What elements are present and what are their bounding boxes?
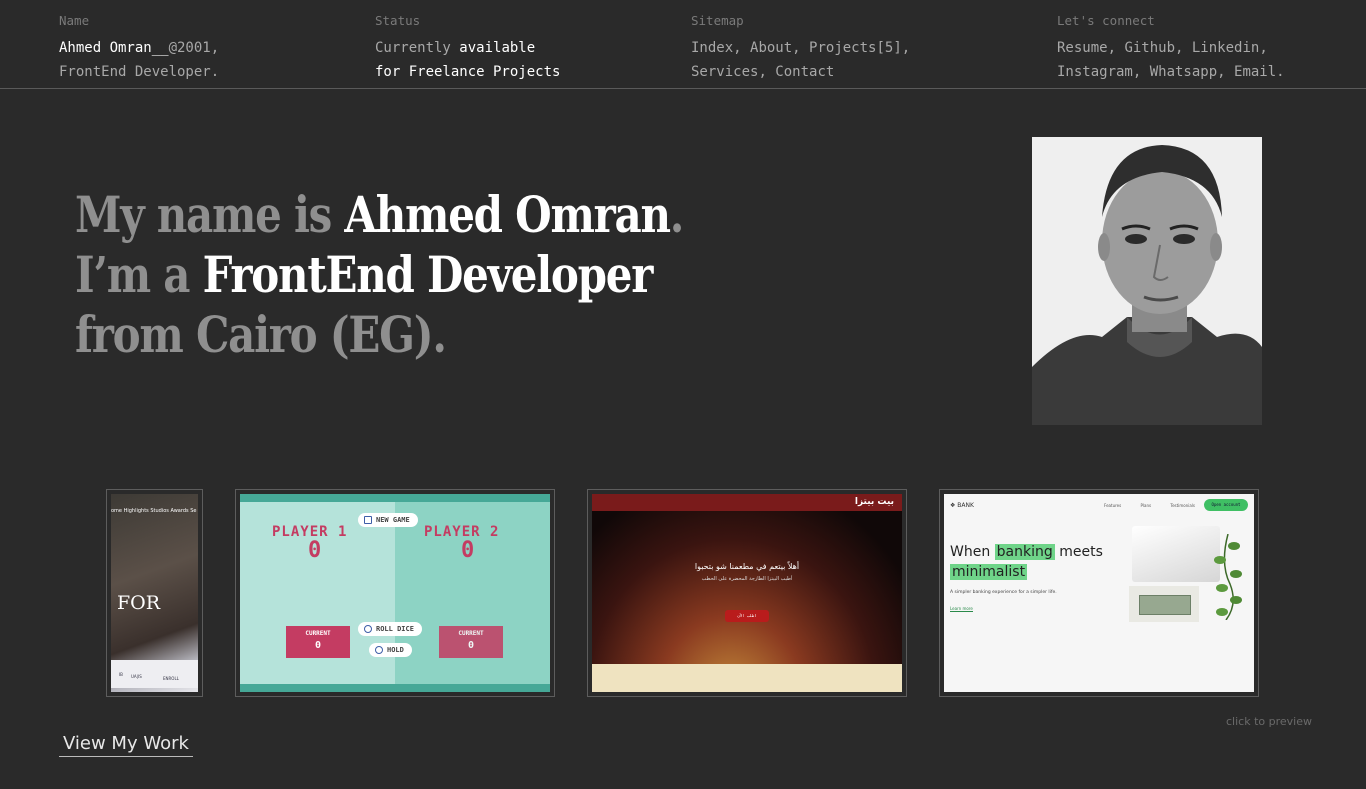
- top-info-bar: Name Ahmed Omran__@2001, FrontEnd Develo…: [0, 0, 1366, 89]
- hero-role: FrontEnd Developer: [202, 245, 654, 304]
- status-prefix: Currently: [375, 40, 460, 56]
- owner-name: Ahmed Omran__: [59, 40, 169, 56]
- name-label: Name: [59, 13, 90, 28]
- pizza-footer-band: [592, 664, 902, 692]
- connect-link-instagram[interactable]: Instagram: [1057, 64, 1133, 80]
- sitemap-column: Sitemap Index, About, Projects[5], Servi…: [691, 13, 911, 80]
- dice-new-game-pill: NEW GAME: [358, 513, 418, 527]
- project-card-dice-game[interactable]: PLAYER 1 PLAYER 2 0 0 NEW GAME ROLL DICE…: [235, 489, 555, 697]
- dice-player2-score: 0: [461, 538, 475, 563]
- connect-link-resume[interactable]: Resume: [1057, 40, 1108, 56]
- project-card-1[interactable]: ome Highlights Studios Awards Se FOR IB …: [106, 489, 203, 697]
- card1-logo-strip: IB UA|IS ENROLL: [111, 660, 198, 688]
- status-available: available: [459, 40, 536, 56]
- project-card-bank[interactable]: ❖ BANK Features Plans Testimonials Open …: [939, 489, 1259, 697]
- bank-bill-image: [1129, 586, 1199, 622]
- dice-current1-box: CURRENT 0: [286, 626, 350, 658]
- status-freelance: for Freelance Projects: [375, 64, 561, 80]
- view-my-work-link[interactable]: View My Work: [59, 733, 193, 757]
- sitemap-link-index[interactable]: Index: [691, 40, 733, 56]
- bank-learn-more: Learn more: [950, 606, 973, 612]
- project-card-pizza[interactable]: بيت بيتزا أهلاً بيتعم في مطعمنا شو بتحبو…: [587, 489, 907, 697]
- pizza-subtext: أطيب البيتزا الطازجة المحضرة على الحطب: [701, 576, 793, 582]
- dice-player1-score: 0: [308, 538, 322, 563]
- card1-nav: ome Highlights Studios Awards Se: [111, 508, 197, 514]
- connect-link-email[interactable]: Email: [1234, 64, 1276, 80]
- status-column: Status Currently available for Freelance…: [375, 13, 560, 84]
- bank-keyboard-image: [1132, 526, 1220, 582]
- owner-handle: @2001,: [168, 40, 220, 56]
- click-to-preview-hint: click to preview: [1226, 715, 1312, 728]
- dice-hold-icon: [375, 646, 383, 654]
- bank-headline: When banking meets minimalist: [950, 544, 1103, 580]
- dice-hold-pill: HOLD: [369, 643, 412, 657]
- connect-label: Let's connect: [1057, 13, 1155, 28]
- bank-subtext: A simpler banking experience for a simpl…: [950, 590, 1057, 595]
- pizza-headline: أهلاً بيتعم في مطعمنا شو بتحبوا: [694, 562, 800, 571]
- hero-location: from Cairo (EG).: [75, 305, 447, 364]
- status-label: Status: [375, 13, 421, 28]
- sitemap-label: Sitemap: [691, 13, 744, 28]
- name-column: Name Ahmed Omran__@2001, FrontEnd Develo…: [59, 13, 219, 84]
- bank-open-account-button: Open account: [1204, 499, 1248, 511]
- hero-name: Ahmed Omran: [344, 185, 671, 244]
- owner-role: FrontEnd Developer.: [59, 64, 220, 80]
- bank-nav: Features Plans Testimonials: [1104, 503, 1195, 508]
- bank-plant-icon: [1214, 534, 1242, 620]
- sitemap-link-about[interactable]: About: [750, 40, 792, 56]
- connect-column: Let's connect Resume, Github, Linkedin, …: [1057, 13, 1285, 80]
- pizza-hero-image: [592, 511, 902, 664]
- pizza-logo: بيت بيتزا: [854, 497, 894, 507]
- bank-logo: ❖ BANK: [950, 502, 974, 509]
- profile-photo: [1032, 137, 1262, 425]
- sitemap-link-services[interactable]: Services: [691, 64, 758, 80]
- dice-roll-icon: [364, 625, 372, 633]
- connect-link-github[interactable]: Github: [1124, 40, 1175, 56]
- connect-link-linkedin[interactable]: Linkedin: [1192, 40, 1259, 56]
- sitemap-link-projects[interactable]: Projects[5]: [809, 40, 902, 56]
- dice-icon: [364, 516, 372, 524]
- pizza-order-button: اطلب الآن: [725, 610, 769, 622]
- connect-link-whatsapp[interactable]: Whatsapp: [1150, 64, 1217, 80]
- sitemap-link-contact[interactable]: Contact: [775, 64, 834, 80]
- card1-heading: FOR: [117, 592, 161, 614]
- hero-intro: My name is Ahmed Omran. I’m a FrontEnd D…: [75, 185, 831, 365]
- dice-current2-box: CURRENT 0: [439, 626, 503, 658]
- dice-roll-pill: ROLL DICE: [358, 622, 422, 636]
